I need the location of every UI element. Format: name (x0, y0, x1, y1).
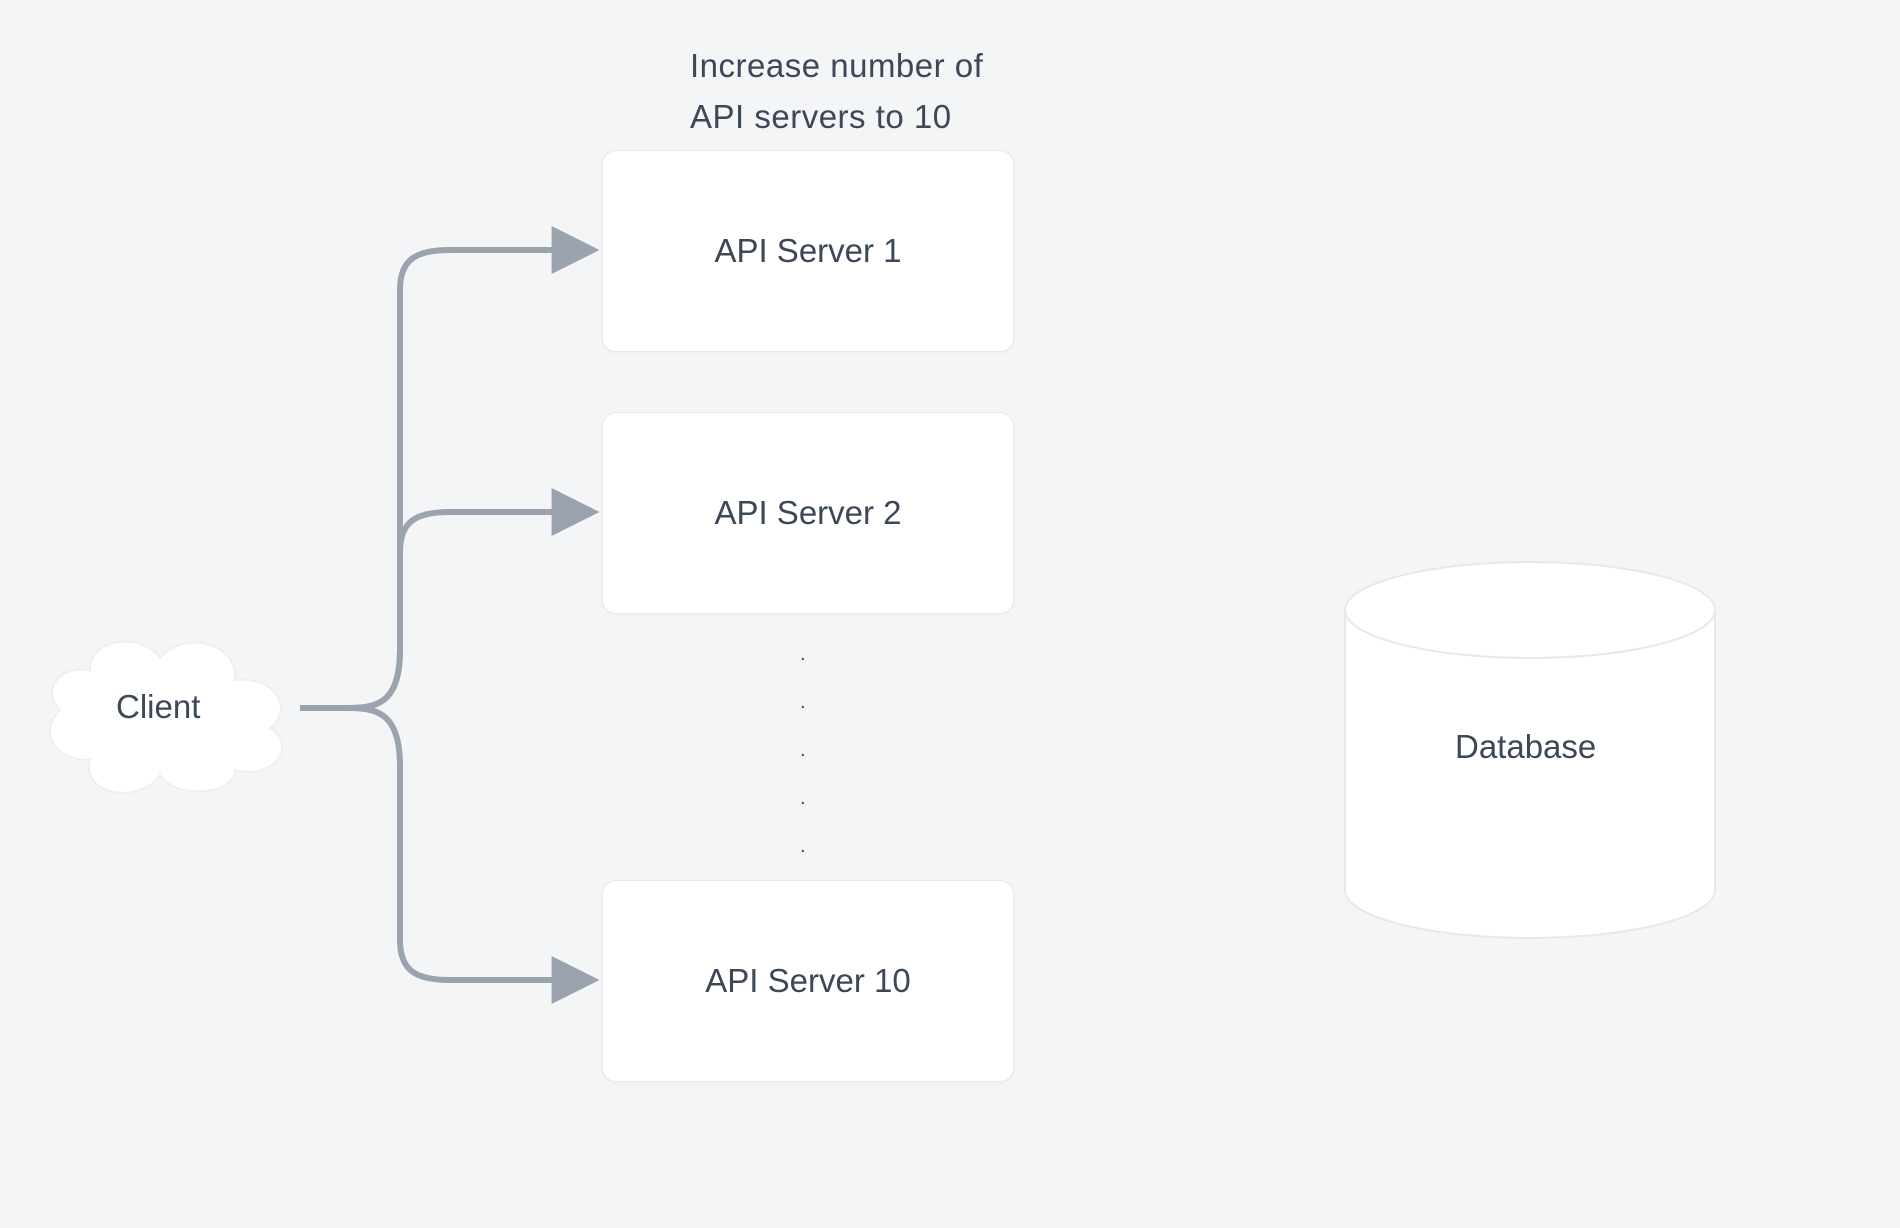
caption-line-1: Increase number of (690, 47, 983, 84)
api-server-label-2: API Server 2 (714, 494, 901, 532)
ellipsis-icon: ..... (800, 630, 806, 870)
api-server-box-2: API Server 2 (602, 412, 1014, 614)
api-server-label-1: API Server 1 (714, 232, 901, 270)
api-server-box-10: API Server 10 (602, 880, 1014, 1082)
database-label: Database (1455, 728, 1596, 766)
caption-line-2: API servers to 10 (690, 98, 952, 135)
client-label: Client (116, 688, 200, 726)
api-server-label-10: API Server 10 (705, 962, 910, 1000)
diagram-caption: Increase number of API servers to 10 (690, 40, 983, 142)
architecture-diagram: Increase number of API servers to 10 Cli… (0, 0, 1900, 1228)
api-server-box-1: API Server 1 (602, 150, 1014, 352)
